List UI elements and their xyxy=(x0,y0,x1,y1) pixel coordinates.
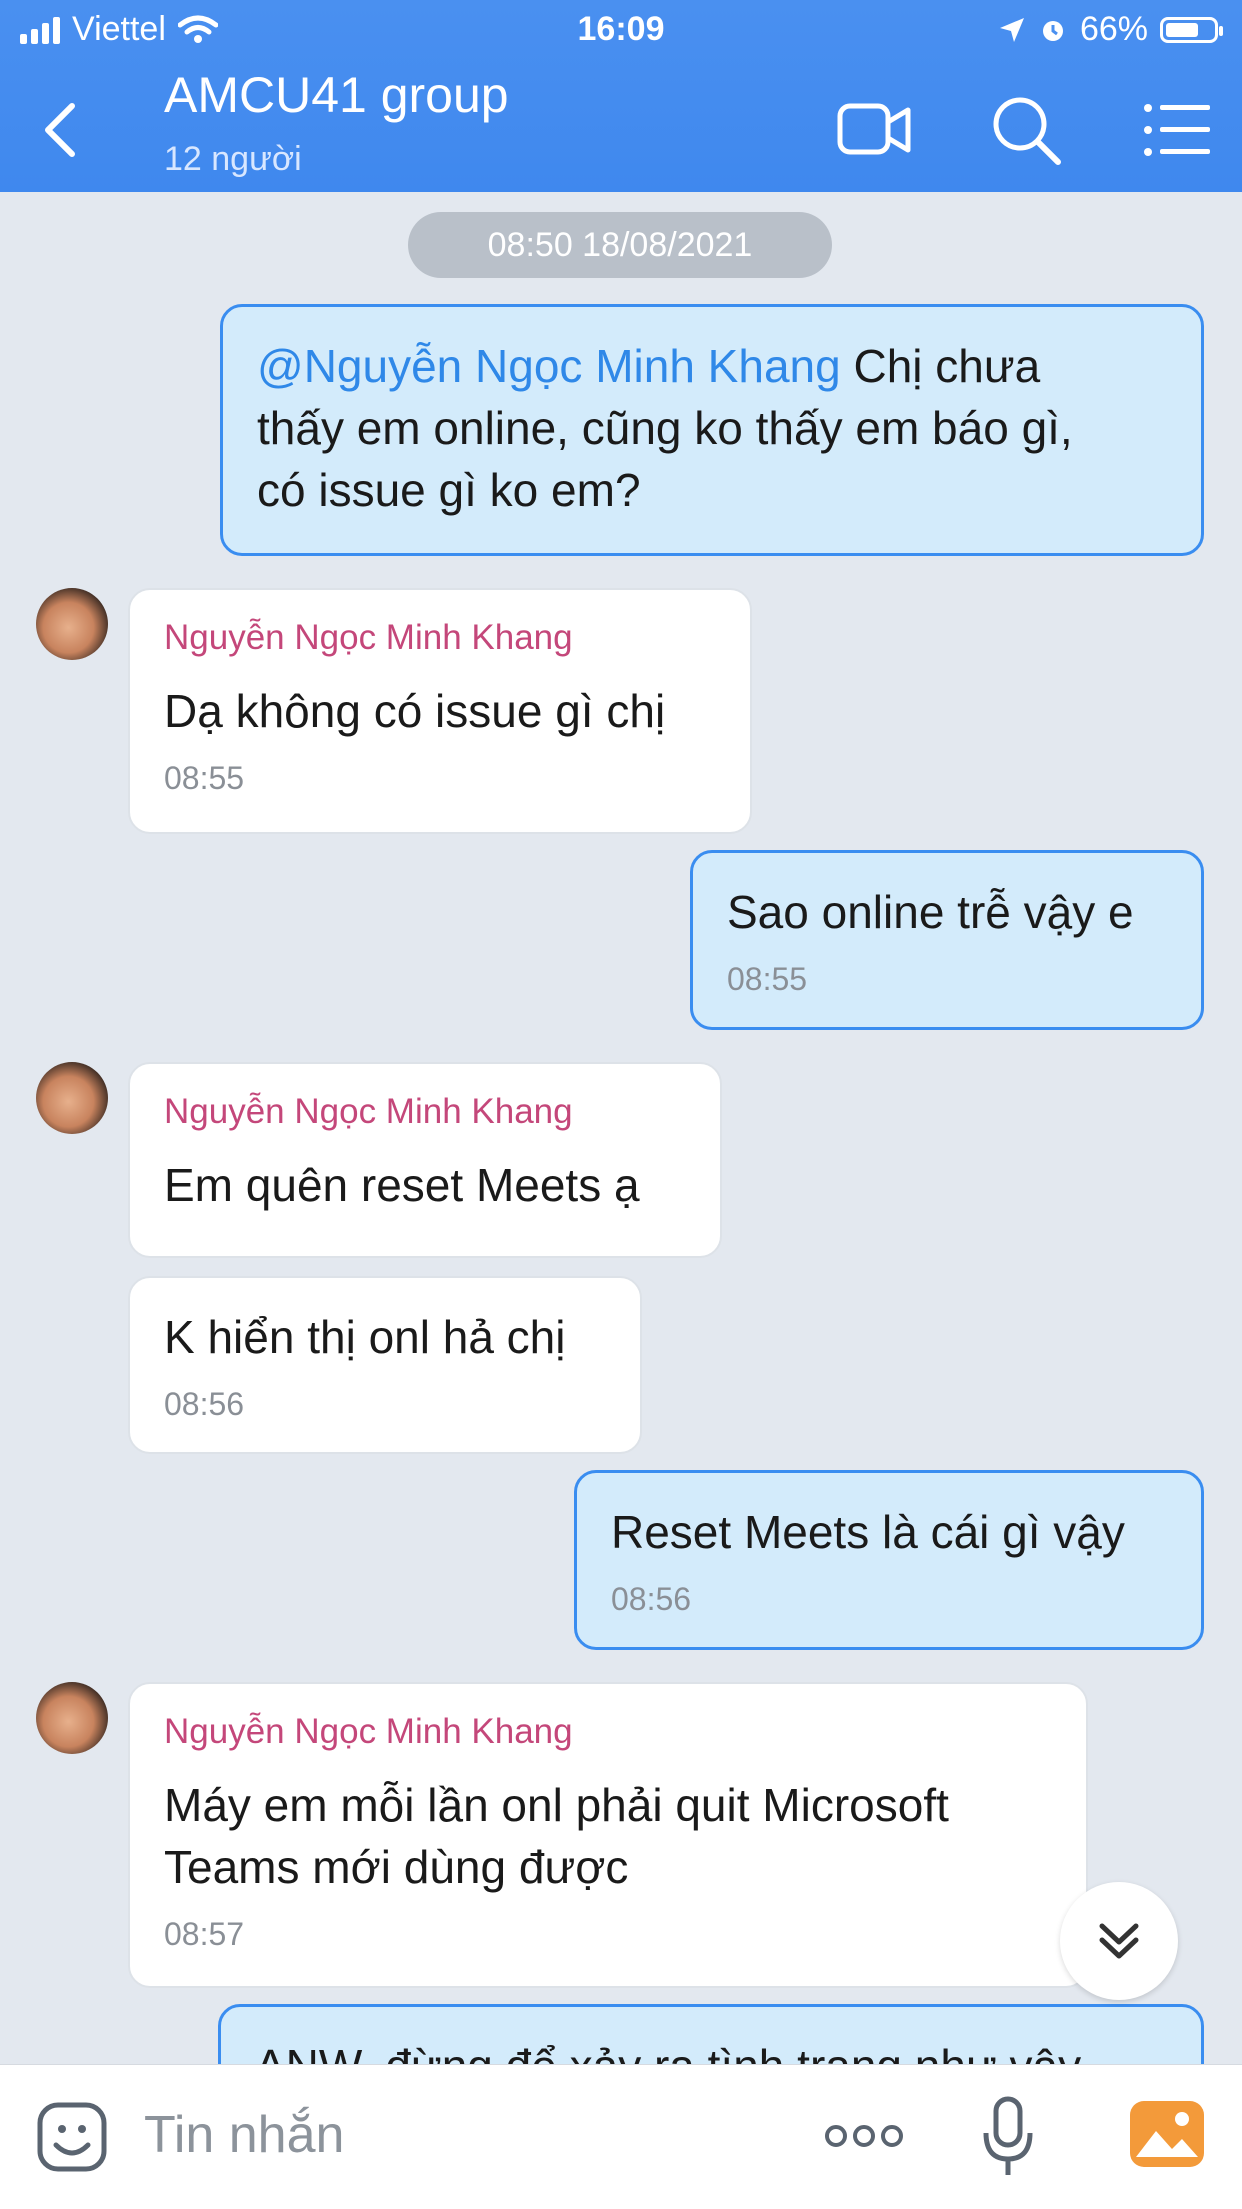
alarm-icon xyxy=(1042,20,1063,41)
app-header: Viettel 16:09 66% AMCU41 group 12 người xyxy=(0,0,1242,192)
sender-name: Nguyễn Ngọc Minh Khang xyxy=(164,1092,573,1131)
chat-title[interactable]: AMCU41 group xyxy=(164,66,509,124)
avatar[interactable] xyxy=(36,1062,108,1134)
menu-icon[interactable] xyxy=(1138,92,1214,168)
message-text: Reset Meets là cái gì vậy xyxy=(611,1506,1125,1558)
message-time: 08:55 xyxy=(164,760,245,796)
composer-bar: Tin nhắn xyxy=(0,2064,1242,2209)
mention-link[interactable]: @Nguyễn Ngọc Minh Khang xyxy=(257,340,841,392)
message-bubble-incoming[interactable]: Nguyễn Ngọc Minh Khang Em quên reset Mee… xyxy=(128,1062,722,1258)
message-text: Em quên reset Meets ạ xyxy=(164,1159,640,1211)
message-time: 08:56 xyxy=(164,1386,245,1422)
message-bubble-incoming[interactable]: Nguyễn Ngọc Minh Khang Máy em mỗi lần on… xyxy=(128,1682,1088,1988)
message-text: Máy em mỗi lần onl phải quit Microsoft T… xyxy=(164,1779,949,1893)
double-chevron-down-icon xyxy=(1099,1923,1139,1959)
search-icon[interactable] xyxy=(988,92,1064,168)
avatar[interactable] xyxy=(36,588,108,660)
member-count: 12 người xyxy=(164,140,302,178)
microphone-icon[interactable] xyxy=(982,2095,1034,2179)
battery-icon xyxy=(1160,16,1223,43)
message-time: 08:57 xyxy=(164,1916,245,1952)
message-text: Dạ không có issue gì chị xyxy=(164,685,666,737)
message-bubble-incoming[interactable]: Nguyễn Ngọc Minh Khang Dạ không có issue… xyxy=(128,588,752,834)
sticker-icon[interactable] xyxy=(36,2101,108,2173)
message-bubble-outgoing[interactable]: Reset Meets là cái gì vậy 08:56 xyxy=(574,1470,1204,1650)
image-gallery-icon[interactable] xyxy=(1128,2099,1206,2169)
message-time: 08:55 xyxy=(727,961,808,997)
location-icon xyxy=(999,17,1024,42)
battery-percent: 66% xyxy=(1079,10,1148,48)
message-bubble-outgoing[interactable]: @Nguyễn Ngọc Minh Khang Chị chưa thấy em… xyxy=(220,304,1204,556)
message-text: @Nguyễn Ngọc Minh Khang Chị chưa thấy em… xyxy=(257,340,1073,516)
message-time: 08:56 xyxy=(611,1581,692,1617)
more-icon[interactable] xyxy=(824,2121,904,2151)
status-bar: Viettel 16:09 66% xyxy=(0,0,1242,60)
message-input[interactable]: Tin nhắn xyxy=(144,2105,344,2165)
back-icon[interactable] xyxy=(40,100,80,160)
message-text: Sao online trễ vậy e xyxy=(727,886,1134,938)
message-bubble-incoming[interactable]: K hiển thị onl hả chị 08:56 xyxy=(128,1276,642,1454)
sender-name: Nguyễn Ngọc Minh Khang xyxy=(164,618,573,657)
message-bubble-outgoing[interactable]: Sao online trễ vậy e 08:55 xyxy=(690,850,1204,1030)
video-call-icon[interactable] xyxy=(836,92,912,168)
message-text: K hiển thị onl hả chị xyxy=(164,1311,566,1363)
scroll-to-bottom-button[interactable] xyxy=(1060,1882,1178,2000)
date-chip: 08:50 18/08/2021 xyxy=(408,212,832,278)
sender-name: Nguyễn Ngọc Minh Khang xyxy=(164,1712,573,1751)
avatar[interactable] xyxy=(36,1682,108,1754)
